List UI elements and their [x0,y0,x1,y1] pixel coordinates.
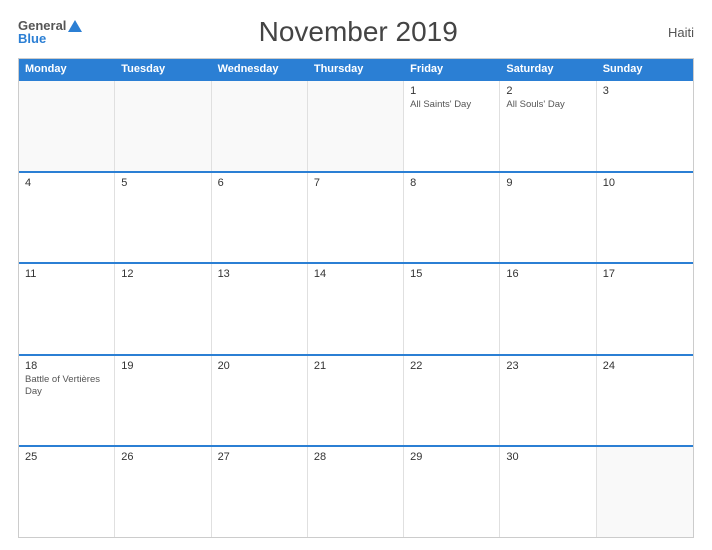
day-number: 4 [25,177,108,189]
cal-cell: 3 [597,81,693,171]
day-number: 17 [603,268,687,280]
header-day-saturday: Saturday [500,59,596,79]
day-number: 30 [506,451,589,463]
logo-blue-text: Blue [18,32,82,45]
day-number: 8 [410,177,493,189]
cal-cell: 27 [212,447,308,537]
week-row-3: 11 12 13 14 15 16 17 [19,262,693,354]
cal-cell: 29 [404,447,500,537]
cal-cell [19,81,115,171]
day-number: 25 [25,451,108,463]
cal-cell: 21 [308,356,404,446]
cal-cell: 18 Battle of Vertières Day [19,356,115,446]
day-number: 5 [121,177,204,189]
cal-cell: 23 [500,356,596,446]
day-number: 19 [121,360,204,372]
day-number: 7 [314,177,397,189]
day-number: 10 [603,177,687,189]
day-number: 2 [506,85,589,97]
day-number: 22 [410,360,493,372]
cal-cell: 30 [500,447,596,537]
day-event: All Saints' Day [410,99,493,111]
header-day-sunday: Sunday [597,59,693,79]
calendar-title: November 2019 [82,16,634,48]
cal-cell: 19 [115,356,211,446]
cal-cell: 1 All Saints' Day [404,81,500,171]
day-number: 11 [25,268,108,280]
cal-cell: 12 [115,264,211,354]
week-row-4: 18 Battle of Vertières Day 19 20 21 22 23 24 [19,354,693,446]
cal-cell: 28 [308,447,404,537]
cal-cell: 7 [308,173,404,263]
day-number: 3 [603,85,687,97]
cal-cell: 13 [212,264,308,354]
day-number: 26 [121,451,204,463]
day-number: 20 [218,360,301,372]
week-row-1: 1 All Saints' Day 2 All Souls' Day 3 [19,79,693,171]
day-number: 29 [410,451,493,463]
header-day-thursday: Thursday [308,59,404,79]
day-event: All Souls' Day [506,99,589,111]
cal-cell: 22 [404,356,500,446]
cal-cell: 4 [19,173,115,263]
logo: General Blue [18,19,82,45]
day-number: 15 [410,268,493,280]
cal-cell [597,447,693,537]
cal-cell: 20 [212,356,308,446]
day-event: Battle of Vertières Day [25,374,108,399]
day-number: 21 [314,360,397,372]
header: General Blue November 2019 Haiti [18,16,694,48]
cal-cell [212,81,308,171]
calendar: MondayTuesdayWednesdayThursdayFridaySatu… [18,58,694,538]
day-number: 14 [314,268,397,280]
day-number: 28 [314,451,397,463]
cal-cell: 14 [308,264,404,354]
cal-cell: 11 [19,264,115,354]
cal-cell: 26 [115,447,211,537]
header-day-tuesday: Tuesday [115,59,211,79]
day-number: 6 [218,177,301,189]
cal-cell: 16 [500,264,596,354]
day-number: 12 [121,268,204,280]
day-number: 9 [506,177,589,189]
header-day-wednesday: Wednesday [212,59,308,79]
header-day-monday: Monday [19,59,115,79]
header-day-friday: Friday [404,59,500,79]
cal-cell: 24 [597,356,693,446]
cal-cell: 8 [404,173,500,263]
day-number: 18 [25,360,108,372]
week-row-5: 25 26 27 28 29 30 [19,445,693,537]
cal-cell: 5 [115,173,211,263]
calendar-header: MondayTuesdayWednesdayThursdayFridaySatu… [19,59,693,79]
cal-cell [308,81,404,171]
day-number: 24 [603,360,687,372]
day-number: 13 [218,268,301,280]
day-number: 16 [506,268,589,280]
day-number: 27 [218,451,301,463]
day-number: 23 [506,360,589,372]
cal-cell: 2 All Souls' Day [500,81,596,171]
cal-cell: 6 [212,173,308,263]
cal-cell: 10 [597,173,693,263]
cal-cell: 9 [500,173,596,263]
cal-cell: 17 [597,264,693,354]
day-number: 1 [410,85,493,97]
cal-cell [115,81,211,171]
page: General Blue November 2019 Haiti MondayT… [0,0,712,550]
cal-cell: 25 [19,447,115,537]
week-row-2: 4 5 6 7 8 9 10 [19,171,693,263]
calendar-body: 1 All Saints' Day 2 All Souls' Day 3 4 5 6 7 8 9 10… [19,79,693,537]
cal-cell: 15 [404,264,500,354]
country-label: Haiti [634,25,694,40]
logo-triangle-icon [68,20,82,32]
